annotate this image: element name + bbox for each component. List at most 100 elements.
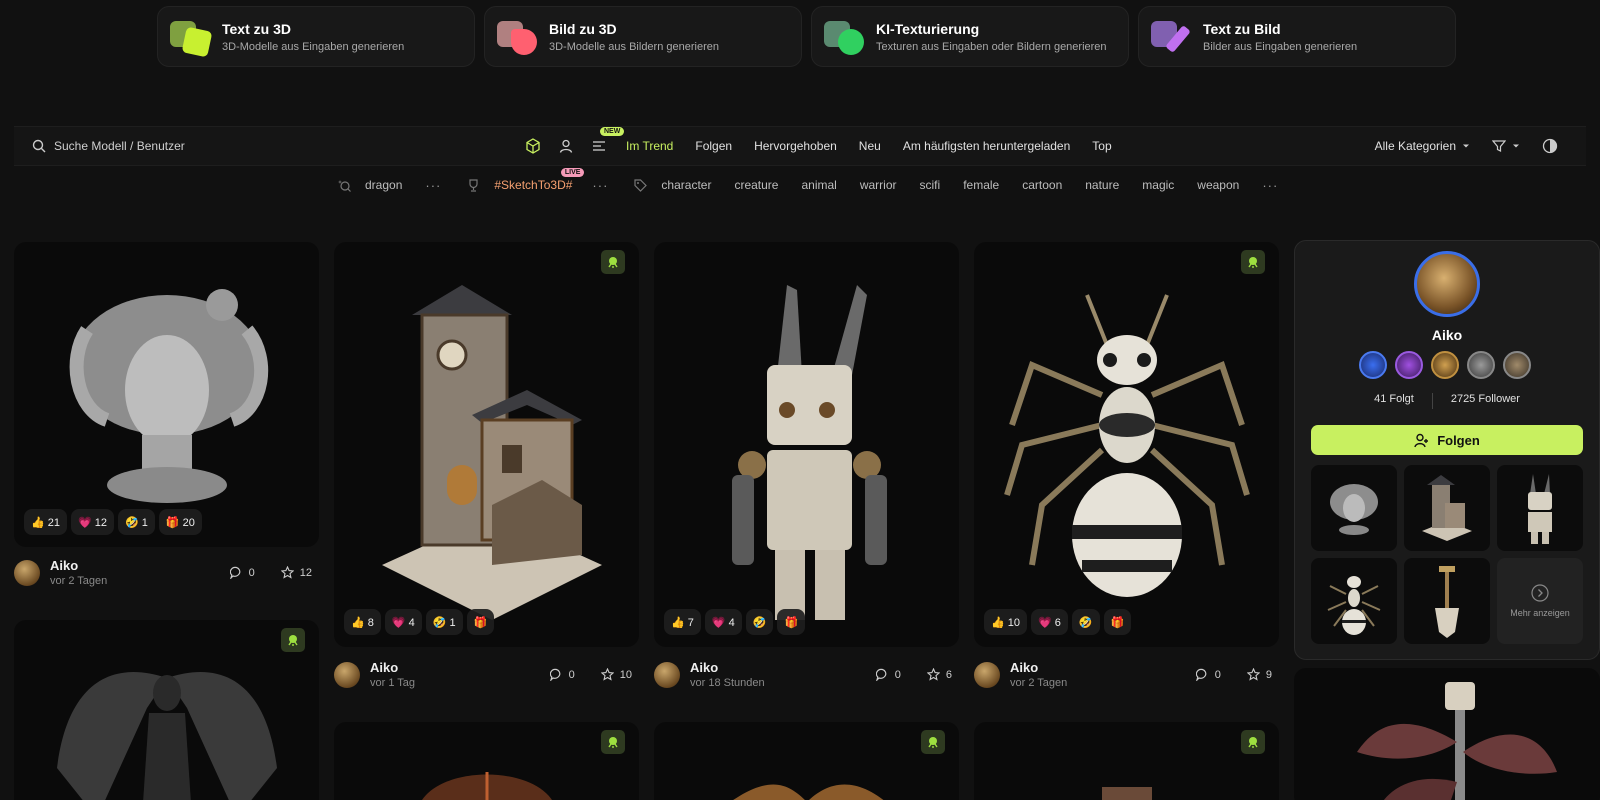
model-thumbnail[interactable]: [974, 722, 1279, 800]
feature-text-to-image[interactable]: Text zu Bild Bilder aus Eingaben generie…: [1138, 6, 1456, 67]
category-select[interactable]: Alle Kategorien: [1375, 139, 1470, 153]
feature-image-to-3d[interactable]: Bild zu 3D 3D-Modelle aus Bildern generi…: [484, 6, 802, 67]
reaction-gift[interactable]: 🎁: [777, 609, 806, 635]
badge-icon[interactable]: [1359, 351, 1387, 379]
comment-icon[interactable]: [1195, 668, 1209, 681]
tag-cartoon[interactable]: cartoon: [1022, 178, 1062, 192]
reaction-love[interactable]: 💗 12: [71, 509, 114, 535]
tab-trending[interactable]: Im Trend: [626, 139, 673, 153]
model-card-ant[interactable]: 👍 10 💗 6 🤣 🎁: [974, 242, 1279, 647]
tab-following[interactable]: Folgen: [695, 139, 732, 153]
reaction-like[interactable]: 👍 10: [984, 609, 1027, 635]
avatar[interactable]: [974, 661, 1000, 688]
star-icon[interactable]: [926, 668, 940, 681]
model-thumbnail[interactable]: [974, 242, 1279, 647]
comment-icon[interactable]: [875, 668, 889, 681]
model-card-clocktower[interactable]: 👍 8 💗 4 🤣 1 🎁: [334, 242, 639, 647]
model-thumbnail[interactable]: [334, 722, 639, 800]
filter-button[interactable]: [1492, 139, 1520, 153]
reaction-laugh[interactable]: 🤣 1: [118, 509, 155, 535]
challenge-filter-icon[interactable]: NEW: [588, 127, 625, 157]
tab-top[interactable]: Top: [1092, 139, 1111, 153]
tag-search-dragon[interactable]: dragon: [365, 178, 402, 192]
reaction-gift[interactable]: 🎁 20: [158, 509, 202, 535]
reaction-gift[interactable]: 🎁: [466, 609, 495, 635]
more-tags-button[interactable]: ···: [1262, 178, 1278, 193]
search-box[interactable]: [32, 139, 492, 153]
tag-scifi[interactable]: scifi: [920, 178, 941, 192]
profile-name[interactable]: Aiko: [1295, 327, 1599, 343]
more-searches-button[interactable]: ···: [425, 178, 441, 193]
tag-nature[interactable]: nature: [1085, 178, 1119, 192]
badge-icon[interactable]: [1467, 351, 1495, 379]
model-card-rabbit-robot[interactable]: 👍 7 💗 4 🤣 🎁: [654, 242, 959, 647]
user-filter-icon[interactable]: [555, 135, 577, 157]
profile-thumb-shovel[interactable]: [1404, 558, 1490, 644]
badge-icon[interactable]: [1503, 351, 1531, 379]
reaction-gift[interactable]: 🎁: [1103, 609, 1132, 635]
challenge-tag[interactable]: #SketchTo3D# LIVE: [494, 168, 585, 192]
profile-thumb-ant[interactable]: [1311, 558, 1397, 644]
model-thumbnail[interactable]: [1294, 668, 1600, 800]
reaction-love[interactable]: 💗 4: [704, 609, 742, 635]
tag-weapon[interactable]: weapon: [1197, 178, 1239, 192]
model-filter-cube-icon[interactable]: [522, 135, 544, 157]
tab-new[interactable]: Neu: [859, 139, 881, 153]
search-spark-icon: [338, 179, 351, 192]
star-icon[interactable]: [280, 566, 294, 579]
comment-icon[interactable]: [229, 566, 243, 579]
tab-most-downloaded[interactable]: Am häufigsten heruntergeladen: [903, 139, 1070, 153]
author-name[interactable]: Aiko: [50, 558, 107, 573]
avatar[interactable]: [334, 661, 360, 688]
model-thumbnail[interactable]: [654, 722, 959, 800]
show-more-button[interactable]: Mehr anzeigen: [1497, 558, 1583, 644]
following-count[interactable]: 41 Folgt: [1374, 393, 1414, 409]
reaction-like[interactable]: 👍 21: [24, 509, 67, 535]
author-name[interactable]: Aiko: [1010, 660, 1067, 675]
tag-animal[interactable]: animal: [801, 178, 836, 192]
model-thumbnail[interactable]: [334, 242, 639, 647]
reaction-laugh[interactable]: 🤣 1: [425, 609, 463, 635]
model-card-lamp[interactable]: [1294, 668, 1600, 800]
model-thumbnail[interactable]: [14, 242, 319, 547]
avatar[interactable]: [654, 661, 680, 688]
reaction-love[interactable]: 💗 4: [384, 609, 422, 635]
comment-icon[interactable]: [549, 668, 563, 681]
reaction-laugh[interactable]: 🤣: [1071, 609, 1100, 635]
profile-avatar[interactable]: [1414, 251, 1480, 317]
author-name[interactable]: Aiko: [690, 660, 765, 675]
model-card-medusa[interactable]: 👍 21 💗 12 🤣 1 🎁 20: [14, 242, 319, 547]
model-card-partial[interactable]: [974, 722, 1279, 800]
reaction-laugh[interactable]: 🤣: [745, 609, 774, 635]
profile-thumb-medusa[interactable]: [1311, 465, 1397, 551]
badge-icon[interactable]: [1431, 351, 1459, 379]
more-challenges-button[interactable]: ···: [592, 178, 608, 193]
tag-magic[interactable]: magic: [1142, 178, 1174, 192]
tag-female[interactable]: female: [963, 178, 999, 192]
theme-toggle-icon[interactable]: [1542, 138, 1558, 154]
reaction-love[interactable]: 💗 6: [1031, 609, 1068, 635]
star-icon[interactable]: [1246, 668, 1260, 681]
search-input[interactable]: [54, 139, 354, 153]
profile-thumb-clocktower[interactable]: [1404, 465, 1490, 551]
model-card-angel[interactable]: [14, 620, 319, 800]
feature-text-to-3d[interactable]: Text zu 3D 3D-Modelle aus Eingaben gener…: [157, 6, 475, 67]
badge-icon[interactable]: [1395, 351, 1423, 379]
tab-featured[interactable]: Hervorgehoben: [754, 139, 837, 153]
reaction-like[interactable]: 👍 8: [344, 609, 381, 635]
profile-thumb-rabbit-robot[interactable]: [1497, 465, 1583, 551]
model-thumbnail[interactable]: [14, 620, 319, 800]
model-card-partial[interactable]: [654, 722, 959, 800]
reaction-like[interactable]: 👍 7: [664, 609, 701, 635]
star-icon[interactable]: [600, 668, 614, 681]
tag-warrior[interactable]: warrior: [860, 178, 897, 192]
tag-character[interactable]: character: [661, 178, 711, 192]
author-name[interactable]: Aiko: [370, 660, 415, 675]
tag-creature[interactable]: creature: [734, 178, 778, 192]
model-card-partial[interactable]: [334, 722, 639, 800]
follow-button[interactable]: Folgen: [1311, 425, 1583, 455]
model-thumbnail[interactable]: [654, 242, 959, 647]
follower-count[interactable]: 2725 Follower: [1451, 393, 1520, 409]
avatar[interactable]: [14, 559, 40, 586]
feature-ai-texturing[interactable]: KI-Texturierung Texturen aus Eingaben od…: [811, 6, 1129, 67]
